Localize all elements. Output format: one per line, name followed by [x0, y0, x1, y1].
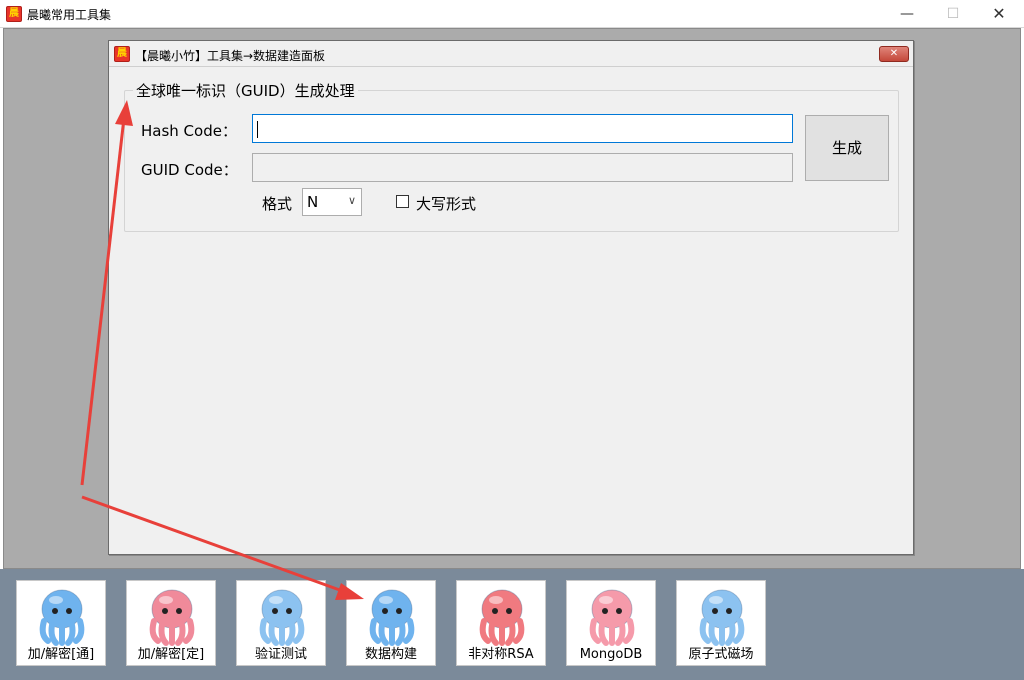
- chevron-down-icon: ∨: [347, 194, 356, 207]
- toolbar-item[interactable]: 验证测试: [236, 580, 326, 666]
- octopus-pink-sunglasses-icon: [149, 589, 195, 646]
- toolbar-item[interactable]: 原子式磁场: [676, 580, 766, 666]
- main-titlebar: 晨 晨曦常用工具集 — ☐ ✕: [0, 0, 1024, 28]
- toolbar-item[interactable]: MongoDB: [566, 580, 656, 666]
- hash-code-input[interactable]: [253, 115, 792, 142]
- generate-button[interactable]: 生成: [805, 115, 889, 181]
- format-select[interactable]: N ∨: [302, 188, 362, 216]
- maximize-button[interactable]: ☐: [930, 0, 976, 28]
- toolbar-item-label: MongoDB: [579, 647, 643, 662]
- toolbar-item[interactable]: 数据构建: [346, 580, 436, 666]
- uppercase-checkbox[interactable]: [396, 195, 409, 208]
- data-builder-window: 晨 【晨曦小竹】工具集→数据建造面板 ✕ 全球唯一标识（GUID）生成处理 Ha…: [108, 40, 914, 555]
- guid-code-label: GUID Code：: [141, 161, 238, 179]
- close-button[interactable]: ✕: [976, 0, 1022, 28]
- toolbar-item-label: 非对称RSA: [468, 647, 534, 662]
- octopus-glasses-icon: [259, 589, 305, 646]
- format-label: 格式: [262, 195, 293, 213]
- toolbar-item-label: 验证测试: [254, 647, 307, 662]
- bottom-toolbar: 加/解密[通] 加/解密[定] 验证测试 数据构建 非对称RSA MongoDB 原子式磁场: [0, 569, 1024, 680]
- format-selected-value: N: [307, 193, 319, 211]
- app-logo-icon: 晨: [6, 6, 22, 22]
- toolbar-item[interactable]: 加/解密[通]: [16, 580, 106, 666]
- toolbar-item[interactable]: 非对称RSA: [456, 580, 546, 666]
- octopus-pink-icon: [589, 589, 635, 646]
- octopus-dizzy-icon: [699, 589, 745, 646]
- guid-code-input[interactable]: [253, 154, 792, 181]
- app-title: 晨曦常用工具集: [27, 8, 112, 22]
- octopus-wink-icon: [369, 589, 415, 646]
- child-logo-icon: 晨: [114, 46, 130, 62]
- toolbar-item-label: 加/解密[通]: [27, 647, 95, 662]
- text-caret: [257, 121, 258, 138]
- toolbar-item-label: 数据构建: [364, 647, 417, 662]
- guid-code-field[interactable]: [252, 153, 793, 182]
- toolbar-item-label: 原子式磁场: [688, 647, 754, 662]
- uppercase-label[interactable]: 大写形式: [416, 193, 476, 214]
- toolbar-item-label: 加/解密[定]: [137, 647, 205, 662]
- groupbox-title: 全球唯一标识（GUID）生成处理: [133, 80, 358, 101]
- hash-code-field[interactable]: [252, 114, 793, 143]
- child-titlebar[interactable]: 晨 【晨曦小竹】工具集→数据建造面板 ✕: [109, 41, 913, 67]
- minimize-button[interactable]: —: [884, 0, 930, 28]
- toolbar-item[interactable]: 加/解密[定]: [126, 580, 216, 666]
- child-title: 【晨曦小竹】工具集→数据建造面板: [135, 49, 326, 63]
- octopus-red-icon: [479, 589, 525, 646]
- hash-code-label: Hash Code：: [141, 122, 237, 140]
- child-close-button[interactable]: ✕: [879, 46, 909, 62]
- octopus-sunglasses-icon: [39, 589, 85, 646]
